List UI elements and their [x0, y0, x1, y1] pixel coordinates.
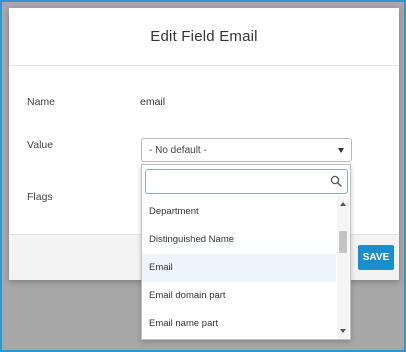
value-select[interactable]: - No default -	[141, 138, 352, 162]
scroll-down-arrow-icon[interactable]	[340, 329, 346, 333]
save-button[interactable]: SAVE	[358, 245, 394, 270]
dropdown-option[interactable]: Department	[142, 198, 336, 226]
dropdown-option-list: Department Distinguished Name Email Emai…	[142, 198, 336, 338]
dropdown-scrollbar[interactable]	[337, 196, 349, 339]
dropdown-option[interactable]: Email domain part	[142, 282, 336, 310]
flags-label: Flags	[27, 191, 53, 203]
modal-header: Edit Field Email	[9, 8, 399, 66]
dropdown-option-highlighted[interactable]: Email	[142, 254, 336, 282]
value-select-text: - No default -	[149, 144, 207, 156]
name-label: Name	[27, 96, 56, 108]
modal-title: Edit Field Email	[150, 28, 258, 45]
dropdown-option[interactable]: Distinguished Name	[142, 226, 336, 254]
chevron-down-icon	[338, 148, 344, 153]
search-icon	[330, 175, 342, 187]
scroll-up-arrow-icon[interactable]	[340, 202, 346, 206]
dropdown-option[interactable]: Email name part	[142, 310, 336, 338]
dropdown-search-input[interactable]	[145, 169, 348, 194]
value-dropdown: Department Distinguished Name Email Emai…	[141, 164, 351, 340]
value-label: Value	[27, 139, 54, 151]
scrollbar-thumb[interactable]	[339, 231, 347, 253]
name-value: email	[140, 96, 166, 108]
